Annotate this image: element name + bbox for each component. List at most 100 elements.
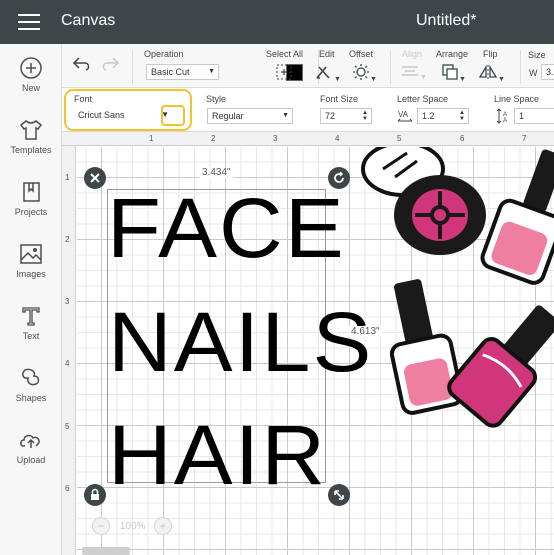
lock-handle[interactable] [84, 484, 106, 506]
arrange-label: Arrange [436, 49, 469, 59]
ruler-number: 1 [65, 173, 70, 182]
sidebar-item-label: Images [16, 269, 46, 279]
font-size-label: Font Size [320, 94, 359, 104]
sidebar-item-upload[interactable]: Upload [0, 428, 62, 484]
divider [520, 50, 521, 84]
flip-menu[interactable]: ▼ [478, 63, 505, 86]
line-space-input[interactable]: 1 [514, 108, 554, 124]
image-icon [20, 244, 42, 264]
zoom-level: 100% [120, 521, 146, 532]
stepper-arrows-icon[interactable]: ▲ ▼ [459, 110, 465, 122]
ruler-number: 3 [273, 134, 278, 143]
sidebar-item-label: Templates [10, 145, 52, 155]
sidebar-item-label: Shapes [15, 393, 47, 403]
ruler-number: 5 [397, 134, 402, 143]
tshirt-icon [19, 120, 43, 140]
chevron-down-icon: ▼ [498, 76, 505, 83]
chevron-down-icon: ▼ [208, 68, 215, 75]
letter-space-label: Letter Space [397, 94, 449, 104]
select-all-icon[interactable] [275, 63, 293, 81]
letter-space-input[interactable]: 1.2 ▲ ▼ [417, 108, 469, 124]
horizontal-scrollbar[interactable] [82, 547, 130, 555]
ruler-number: 4 [65, 359, 70, 368]
style-label: Style [206, 94, 227, 104]
vertical-ruler: 1 2 3 4 5 6 [62, 146, 76, 555]
height-dimension-label: 4.613" [349, 326, 382, 337]
rotate-handle[interactable] [328, 167, 350, 189]
sidebar-item-label: Projects [14, 207, 48, 217]
align-label: Align [402, 49, 423, 59]
ruler-number: 3 [65, 297, 70, 306]
line-space-icon: AA [496, 108, 507, 124]
edit-menu[interactable]: ▼ [314, 63, 341, 86]
edit-toolbar: Operation Basic Cut ▼ Select All Edit ▼ … [62, 44, 554, 88]
style-select[interactable]: Regular ▼ [207, 108, 293, 124]
design-space: Canvas Untitled* New Templates Projects … [0, 0, 554, 555]
ruler-number: 7 [522, 134, 527, 143]
horizontal-ruler: 1 2 3 4 5 6 7 [62, 132, 554, 146]
svg-text:A: A [503, 118, 507, 124]
text-hair[interactable]: HAIR [108, 413, 327, 497]
sidebar-item-images[interactable]: Images [0, 242, 62, 298]
ruler-number: 2 [211, 134, 216, 143]
makeup-artwork-image[interactable] [355, 147, 554, 437]
text-t-icon [22, 307, 40, 326]
line-space-value: 1 [519, 111, 525, 121]
chevron-down-icon: ▼ [370, 76, 377, 83]
nail-polish-bottle-image [447, 305, 554, 428]
width-dimension-label: 3.434" [200, 167, 233, 178]
text-nails[interactable]: NAILS [108, 300, 373, 384]
chevron-down-icon: ▼ [459, 76, 466, 83]
font-size-input[interactable]: 72 ▲ ▼ [320, 108, 372, 124]
compact-image [361, 147, 486, 255]
sidebar-item-templates[interactable]: Templates [0, 118, 62, 174]
width-input[interactable]: 3. [541, 64, 554, 80]
divider [390, 50, 391, 84]
menu-icon[interactable] [18, 14, 42, 30]
delete-handle[interactable] [84, 167, 106, 189]
zoom-out-button[interactable]: − [92, 517, 110, 535]
left-sidebar: New Templates Projects Images Text Shape… [0, 44, 62, 555]
undo-icon[interactable] [72, 56, 92, 72]
sidebar-item-label: Text [22, 331, 40, 341]
sidebar-item-shapes[interactable]: Shapes [0, 366, 62, 422]
document-title: Untitled* [416, 12, 477, 29]
letter-space-icon: VA [397, 110, 413, 122]
width-value: 3. [546, 67, 554, 77]
letter-space-value: 1.2 [422, 111, 435, 121]
chevron-down-icon: ▼ [282, 112, 289, 119]
offset-menu[interactable]: ▼ [352, 63, 377, 86]
plus-circle-icon [20, 57, 42, 79]
lock-icon [91, 488, 99, 500]
ruler-number: 1 [149, 134, 154, 143]
ruler-number: 2 [65, 235, 70, 244]
text-face[interactable]: FACE [107, 186, 346, 270]
divider [132, 50, 133, 84]
edit-tools-icon [316, 66, 330, 79]
zoom-control: − 100% + [90, 515, 176, 537]
flip-label: Flip [483, 49, 498, 59]
sidebar-item-label: Upload [16, 455, 46, 465]
zoom-in-button[interactable]: + [154, 517, 172, 535]
nail-polish-bottle-image [480, 149, 554, 285]
operation-select[interactable]: Basic Cut ▼ [146, 64, 219, 80]
sidebar-item-new[interactable]: New [0, 56, 62, 112]
ruler-number: 5 [65, 422, 70, 431]
select-all-label: Select All [266, 49, 304, 59]
cloud-upload-icon [20, 434, 40, 448]
size-label: Size [528, 50, 546, 60]
align-menu[interactable]: ▼ [400, 65, 427, 84]
sidebar-item-text[interactable]: Text [0, 304, 62, 360]
resize-arrows-icon [334, 490, 344, 500]
redo-icon[interactable] [100, 56, 120, 72]
sidebar-item-label: New [21, 83, 40, 93]
chevron-down-icon: ▼ [334, 76, 341, 83]
svg-text:VA: VA [398, 110, 409, 119]
stepper-arrows-icon[interactable]: ▲ ▼ [362, 110, 368, 122]
resize-handle[interactable] [328, 484, 350, 506]
arrange-menu[interactable]: ▼ [441, 63, 466, 86]
operation-label: Operation [144, 49, 184, 59]
style-value: Regular [212, 111, 244, 121]
arrange-icon [442, 64, 458, 80]
sidebar-item-projects[interactable]: Projects [0, 180, 62, 236]
